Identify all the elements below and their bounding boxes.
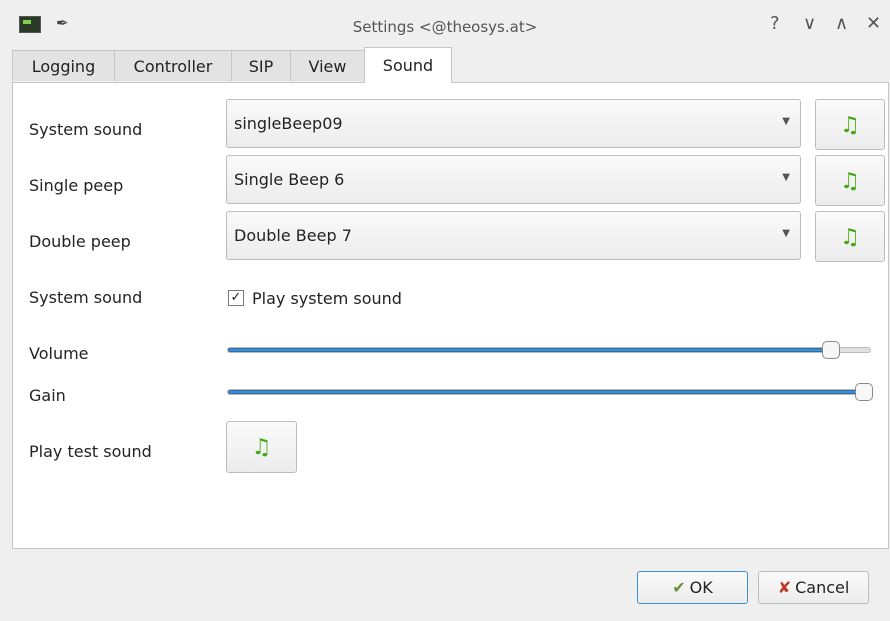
chevron-down-icon: ▼ — [782, 116, 790, 127]
double-peep-select[interactable]: Double Beep 7 ▼ — [226, 211, 801, 260]
window-title: Settings <@theosys.at> — [352, 18, 538, 36]
maximize-button[interactable]: ∧ — [835, 13, 848, 34]
tab-sound[interactable]: Sound — [364, 47, 452, 83]
volume-slider[interactable] — [227, 341, 871, 359]
check-icon: ✔ — [672, 578, 686, 597]
gain-slider-handle[interactable] — [854, 383, 873, 401]
play-system-sound-label[interactable]: Play system sound — [252, 289, 402, 308]
sound-settings-panel — [12, 82, 889, 549]
volume-label: Volume — [29, 344, 89, 363]
volume-slider-fill — [228, 348, 832, 352]
close-button[interactable]: ✕ — [866, 13, 881, 34]
system-sound-label: System sound — [29, 120, 143, 139]
play-single-peep-button[interactable]: ♫ — [815, 155, 885, 206]
play-test-sound-button[interactable]: ♫ — [226, 421, 297, 473]
system-sound-value: singleBeep09 — [234, 114, 343, 133]
double-peep-value: Double Beep 7 — [234, 226, 352, 245]
double-peep-label: Double peep — [29, 232, 131, 251]
tab-sip[interactable]: SIP — [231, 50, 291, 81]
title-bar: ✒ Settings <@theosys.at> ? ∨ ∧ ✕ — [0, 0, 890, 46]
single-peep-value: Single Beep 6 — [234, 170, 345, 189]
music-note-icon: ♫ — [251, 435, 272, 460]
gain-slider-fill — [228, 390, 864, 394]
system-sound-toggle-label: System sound — [29, 288, 143, 307]
chevron-down-icon: ▼ — [782, 172, 790, 183]
music-note-icon: ♫ — [840, 113, 860, 138]
chevron-down-icon: ▼ — [782, 228, 790, 239]
play-system-sound-checkbox[interactable]: ✓ — [228, 290, 244, 306]
tab-view[interactable]: View — [290, 50, 365, 81]
cancel-label: Cancel — [795, 578, 850, 597]
music-note-icon: ♫ — [840, 225, 860, 250]
system-sound-select[interactable]: singleBeep09 ▼ — [226, 99, 801, 148]
play-system-sound-button[interactable]: ♫ — [815, 99, 885, 150]
tab-controller[interactable]: Controller — [114, 50, 232, 81]
ok-label: OK — [689, 578, 713, 597]
single-peep-select[interactable]: Single Beep 6 ▼ — [226, 155, 801, 204]
help-button[interactable]: ? — [770, 13, 780, 34]
single-peep-label: Single peep — [29, 176, 124, 195]
volume-slider-handle[interactable] — [822, 341, 841, 359]
music-note-icon: ♫ — [840, 169, 860, 194]
ok-button[interactable]: ✔ OK — [637, 571, 748, 604]
gain-label: Gain — [29, 386, 66, 405]
play-test-sound-label: Play test sound — [29, 442, 152, 461]
play-double-peep-button[interactable]: ♫ — [815, 211, 885, 262]
cross-icon: ✘ — [777, 578, 792, 597]
gain-slider[interactable] — [227, 383, 873, 401]
minimize-button[interactable]: ∨ — [803, 13, 816, 34]
cancel-button[interactable]: ✘ Cancel — [758, 571, 869, 604]
tab-logging[interactable]: Logging — [12, 50, 115, 81]
